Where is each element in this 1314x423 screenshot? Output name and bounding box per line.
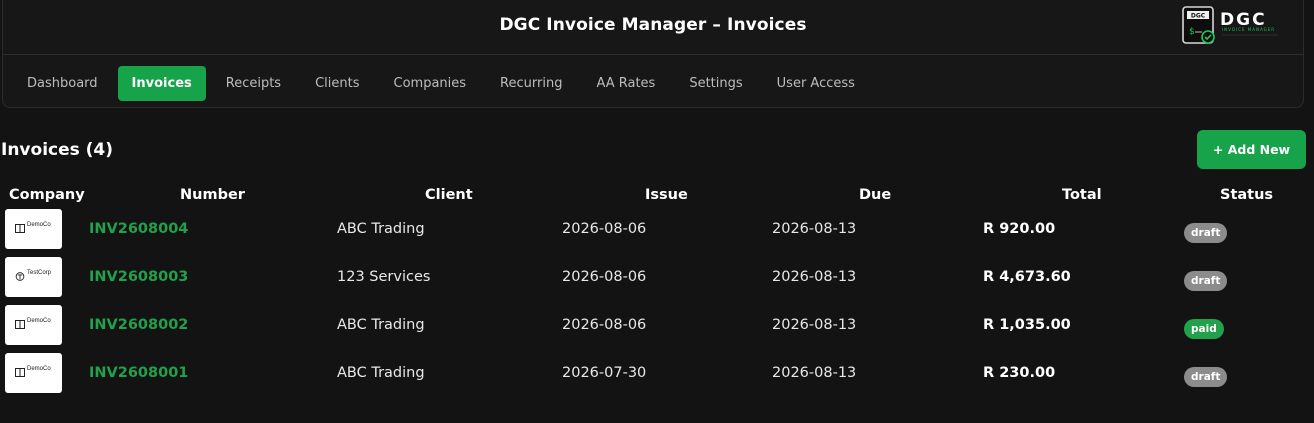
invoice-total: R 4,673.60 bbox=[983, 269, 1071, 285]
table-row[interactable]: TestCorp INV2608003 123 Services 2026-08… bbox=[0, 257, 1314, 301]
invoice-total: R 920.00 bbox=[983, 221, 1056, 237]
company-name: DemoCo bbox=[27, 318, 51, 324]
tab-invoices[interactable]: Invoices bbox=[117, 66, 206, 101]
table-row[interactable]: DemoCo INV2608004 ABC Trading 2026-08-06… bbox=[0, 209, 1314, 253]
tab-dashboard[interactable]: Dashboard bbox=[13, 66, 112, 101]
nav-divider bbox=[3, 54, 1303, 55]
status-badge: draft bbox=[1184, 223, 1228, 243]
column-header-due: Due bbox=[859, 187, 892, 203]
tab-user-access[interactable]: User Access bbox=[763, 66, 869, 101]
company-name: DemoCo bbox=[27, 366, 51, 372]
tab-recurring[interactable]: Recurring bbox=[486, 66, 576, 101]
company-logo: TestCorp bbox=[5, 257, 62, 297]
column-header-issue: Issue bbox=[645, 187, 688, 203]
client-name: 123 Services bbox=[337, 269, 431, 285]
status-badge: draft bbox=[1184, 367, 1228, 387]
due-date: 2026-08-13 bbox=[772, 317, 857, 333]
app-header: DGC Invoice Manager – Invoices DGC $ DGC… bbox=[2, 0, 1304, 108]
company-logo: DemoCo bbox=[5, 353, 62, 393]
column-header-status: Status bbox=[1220, 187, 1274, 203]
democo-logo-icon bbox=[15, 368, 25, 377]
tab-clients[interactable]: Clients bbox=[301, 66, 373, 101]
tab-settings[interactable]: Settings bbox=[675, 66, 756, 101]
due-date: 2026-08-13 bbox=[772, 221, 857, 237]
invoice-number-link[interactable]: INV2608001 bbox=[89, 365, 188, 381]
status-badge: paid bbox=[1184, 319, 1224, 339]
svg-text:DGC: DGC bbox=[1191, 13, 1206, 20]
invoice-number-link[interactable]: INV2608002 bbox=[89, 317, 188, 333]
due-date: 2026-08-13 bbox=[772, 269, 857, 285]
due-date: 2026-08-13 bbox=[772, 365, 857, 381]
client-name: ABC Trading bbox=[337, 317, 425, 333]
tab-aa-rates[interactable]: AA Rates bbox=[582, 66, 669, 101]
democo-logo-icon bbox=[15, 224, 25, 233]
company-name: DemoCo bbox=[27, 222, 51, 228]
column-header-number: Number bbox=[180, 187, 245, 203]
invoice-number-link[interactable]: INV2608003 bbox=[89, 269, 188, 285]
client-name: ABC Trading bbox=[337, 221, 425, 237]
company-logo: DemoCo bbox=[5, 209, 62, 249]
table-row[interactable]: DemoCo INV2608002 ABC Trading 2026-08-06… bbox=[0, 305, 1314, 349]
page-title: Invoices (4) bbox=[1, 140, 114, 160]
democo-logo-icon bbox=[15, 320, 25, 329]
table-row[interactable]: DemoCo INV2608001 ABC Trading 2026-07-30… bbox=[0, 353, 1314, 397]
invoice-total: R 230.00 bbox=[983, 365, 1056, 381]
company-logo: DemoCo bbox=[5, 305, 62, 345]
client-name: ABC Trading bbox=[337, 365, 425, 381]
issue-date: 2026-08-06 bbox=[562, 221, 647, 237]
nav-tabs: Dashboard Invoices Receipts Clients Comp… bbox=[13, 66, 869, 101]
svg-text:$: $ bbox=[1189, 27, 1195, 37]
dgc-logo: DGC $ DGC INVOICE MANAGER bbox=[1182, 6, 1278, 44]
testcorp-logo-icon bbox=[15, 272, 25, 281]
invoice-number-link[interactable]: INV2608004 bbox=[89, 221, 188, 237]
invoice-total: R 1,035.00 bbox=[983, 317, 1071, 333]
issue-date: 2026-08-06 bbox=[562, 317, 647, 333]
column-header-company: Company bbox=[9, 187, 85, 203]
issue-date: 2026-08-06 bbox=[562, 269, 647, 285]
status-badge: draft bbox=[1184, 271, 1228, 291]
issue-date: 2026-07-30 bbox=[562, 365, 647, 381]
tab-companies[interactable]: Companies bbox=[380, 66, 481, 101]
logo-tagline: INVOICE MANAGER bbox=[1222, 27, 1275, 32]
column-header-total: Total bbox=[1062, 187, 1102, 203]
company-name: TestCorp bbox=[27, 270, 52, 276]
tab-receipts[interactable]: Receipts bbox=[212, 66, 295, 101]
column-header-client: Client bbox=[425, 187, 473, 203]
add-new-button[interactable]: + Add New bbox=[1197, 130, 1306, 169]
app-title: DGC Invoice Manager – Invoices bbox=[499, 15, 807, 35]
